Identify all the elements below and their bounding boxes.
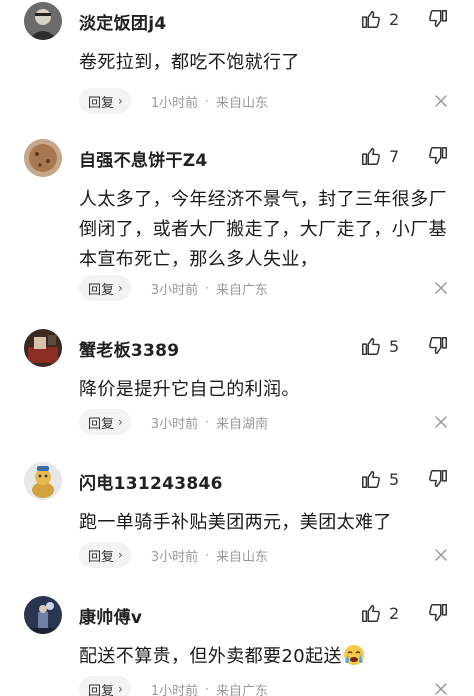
comment-meta: 回复 › 3小时前 · 来自山东	[79, 542, 268, 568]
like-button[interactable]: 2	[360, 7, 409, 31]
like-count: 5	[389, 336, 400, 356]
comment-text: 降价是提升它自己的利润。	[79, 379, 300, 400]
avatar-image	[24, 329, 62, 367]
avatar[interactable]	[24, 596, 62, 634]
location: 来自广东	[215, 683, 268, 696]
comment-item: 康帅傅v 2 配送不算贵，但外卖都要20起送 回复 › 1小时前 · 来自广东	[0, 594, 474, 696]
close-icon[interactable]	[434, 682, 448, 696]
username[interactable]: 自强不息饼干Z4	[79, 146, 208, 171]
username[interactable]: 闪电131243846	[79, 469, 223, 494]
close-icon[interactable]	[434, 281, 448, 295]
separator-dot: ·	[205, 682, 209, 696]
close-icon[interactable]	[434, 415, 448, 429]
timestamp: 1小时前	[150, 683, 199, 696]
like-button[interactable]: 5	[360, 334, 409, 358]
avatar-image	[24, 139, 62, 177]
comment-text: 人太多了，今年经济不景气，封了三年很多厂倒闭了，或者大厂搬走了，大厂走了，小厂基…	[79, 189, 447, 270]
location: 来自湖南	[215, 416, 268, 432]
comment-text-body: 配送不算贵，但外卖都要20起送	[79, 646, 342, 667]
avatar[interactable]	[24, 329, 62, 367]
location: 来自山东	[215, 549, 268, 565]
thumbs-down-icon[interactable]	[427, 335, 449, 357]
like-count: 2	[389, 603, 400, 623]
chevron-right-icon: ›	[118, 548, 123, 562]
thumbs-up-icon[interactable]	[360, 468, 382, 490]
reply-button[interactable]: 回复 ›	[79, 676, 131, 696]
comment-item: 淡定饭团j4 2 卷死拉到，都吃不饱就行了 回复 › 1小时前 · 来自山东	[0, 0, 474, 135]
username[interactable]: 淡定饭团j4	[79, 9, 166, 34]
thumbs-up-icon[interactable]	[360, 602, 382, 624]
thumbs-up-icon[interactable]	[360, 8, 382, 30]
separator-dot: ·	[205, 415, 209, 429]
comment-text: 卷死拉到，都吃不饱就行了	[79, 52, 300, 73]
thumbs-down-icon[interactable]	[427, 145, 449, 167]
comment-meta: 回复 › 3小时前 · 来自湖南	[79, 409, 268, 435]
crying-face-emoji-icon	[343, 644, 365, 666]
reply-label: 回复	[88, 683, 115, 696]
chevron-right-icon: ›	[118, 415, 123, 429]
username[interactable]: 康帅傅v	[79, 603, 142, 628]
separator-dot: ·	[205, 281, 209, 295]
thumbs-down-icon[interactable]	[427, 602, 449, 624]
close-icon[interactable]	[434, 94, 448, 108]
thumbs-down-icon[interactable]	[427, 468, 449, 490]
comment-item: 自强不息饼干Z4 7 人太多了，今年经济不景气，封了三年很多厂倒闭了，或者大厂搬…	[0, 137, 474, 327]
timestamp: 1小时前	[150, 95, 199, 111]
reply-label: 回复	[88, 95, 115, 111]
chevron-right-icon: ›	[118, 281, 123, 295]
avatar-image	[24, 462, 62, 500]
thumbs-up-icon[interactable]	[360, 335, 382, 357]
comment-text: 配送不算贵，但外卖都要20起送	[79, 642, 459, 672]
like-button[interactable]: 7	[360, 144, 409, 168]
like-count: 5	[389, 469, 400, 489]
reply-button[interactable]: 回复 ›	[79, 542, 131, 568]
chevron-right-icon: ›	[118, 682, 123, 696]
comment-text: 跑一单骑手补贴美团两元，美团太难了	[79, 512, 392, 533]
reply-button[interactable]: 回复 ›	[79, 409, 131, 435]
comment-meta: 回复 › 1小时前 · 来自广东	[79, 676, 268, 696]
avatar[interactable]	[24, 139, 62, 177]
reply-label: 回复	[88, 282, 115, 298]
avatar[interactable]	[24, 462, 62, 500]
thumbs-up-icon[interactable]	[360, 145, 382, 167]
location: 来自广东	[215, 282, 268, 298]
chevron-right-icon: ›	[118, 94, 123, 108]
timestamp: 3小时前	[150, 416, 199, 432]
close-icon[interactable]	[434, 548, 448, 562]
avatar-image	[24, 596, 62, 634]
reply-label: 回复	[88, 416, 115, 432]
comment-item: 蟹老板3389 5 降价是提升它自己的利润。 回复 › 3小时前 · 来自湖南	[0, 327, 474, 462]
separator-dot: ·	[205, 548, 209, 562]
like-count: 7	[389, 146, 400, 166]
comment-meta: 回复 › 1小时前 · 来自山东	[79, 88, 268, 114]
like-count: 2	[389, 9, 400, 29]
comment-meta: 回复 › 3小时前 · 来自广东	[79, 275, 268, 301]
comment-item: 闪电131243846 5 跑一单骑手补贴美团两元，美团太难了 回复 › 3小时…	[0, 460, 474, 595]
avatar-image	[24, 2, 62, 40]
timestamp: 3小时前	[150, 549, 199, 565]
reply-button[interactable]: 回复 ›	[79, 275, 131, 301]
like-button[interactable]: 2	[360, 601, 409, 625]
reply-button[interactable]: 回复 ›	[79, 88, 131, 114]
username[interactable]: 蟹老板3389	[79, 336, 179, 361]
location: 来自山东	[215, 95, 268, 111]
like-button[interactable]: 5	[360, 467, 409, 491]
reply-label: 回复	[88, 549, 115, 565]
thumbs-down-icon[interactable]	[427, 8, 449, 30]
comment-feed: 淡定饭团j4 2 卷死拉到，都吃不饱就行了 回复 › 1小时前 · 来自山东 自…	[0, 0, 474, 696]
separator-dot: ·	[205, 94, 209, 108]
timestamp: 3小时前	[150, 282, 199, 298]
avatar[interactable]	[24, 2, 62, 40]
